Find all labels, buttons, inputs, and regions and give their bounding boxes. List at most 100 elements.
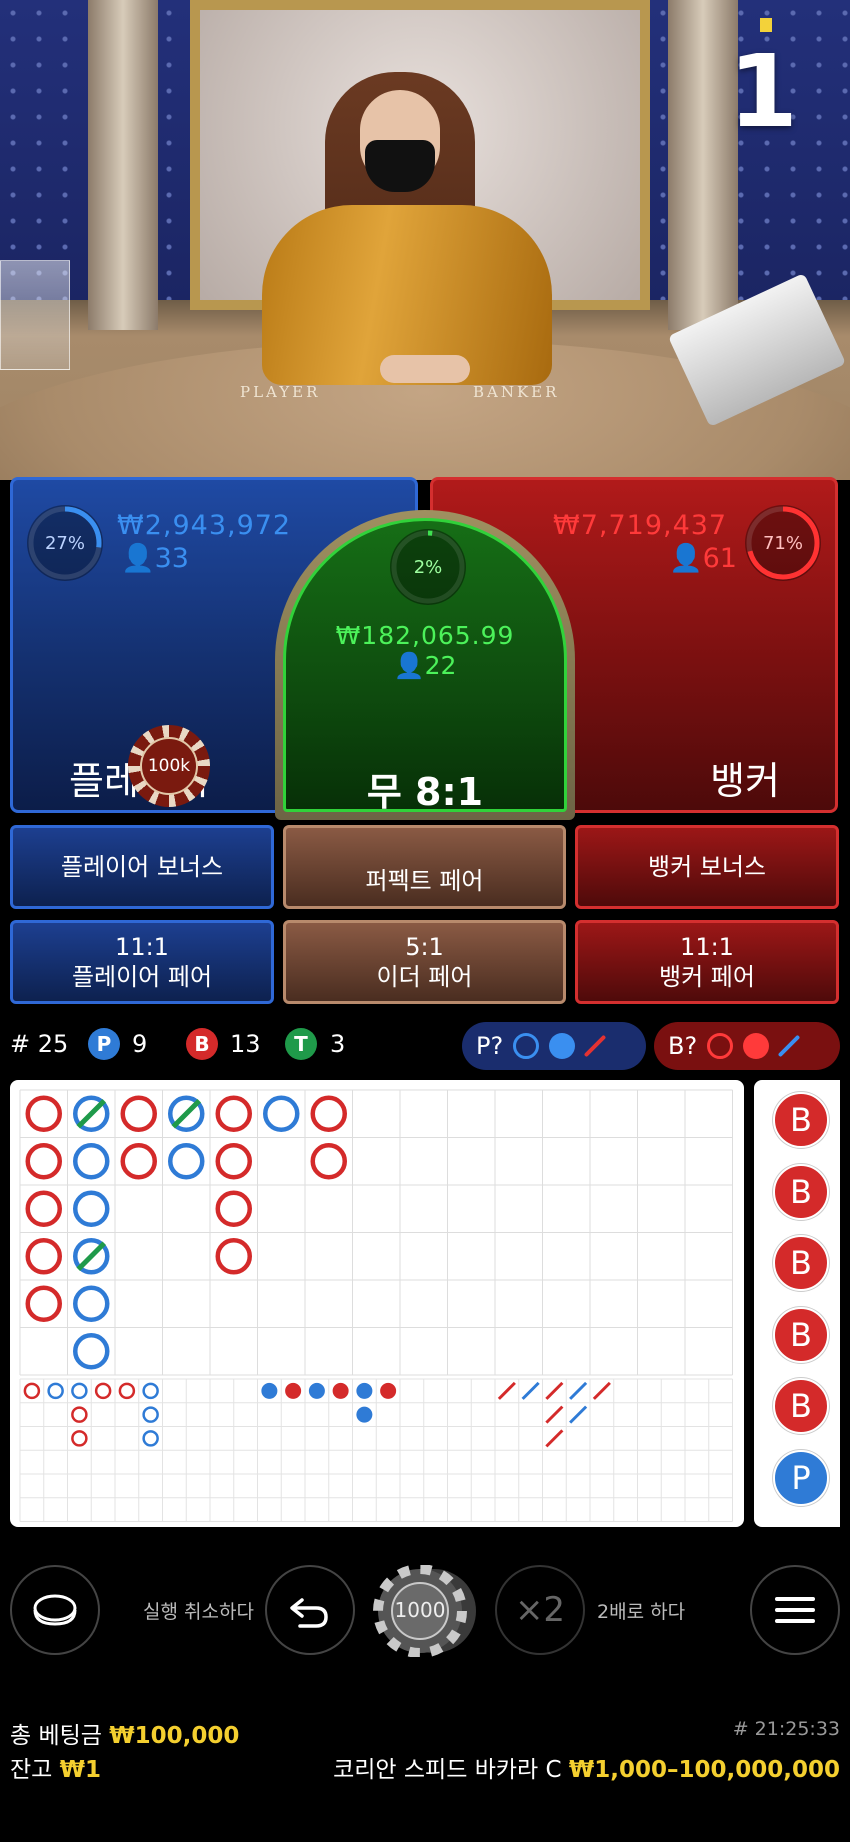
balance-amount: ₩1: [59, 1757, 102, 1783]
big-eye-road-mark: [118, 1382, 136, 1400]
big-road-mark: [310, 1143, 347, 1180]
bead-road-mark: B: [773, 1163, 829, 1220]
player-pair-button[interactable]: 11:1 플레이어 페어: [10, 920, 274, 1004]
bead-road-mark: B: [773, 1378, 829, 1434]
big-road-mark: [25, 1095, 62, 1132]
banker-bettor-count: 61: [702, 543, 737, 574]
cockroach-road-mark: [497, 1381, 516, 1400]
flag-icon: [760, 18, 772, 32]
big-road-mark: [168, 1143, 205, 1180]
chip-value: 1000: [394, 1598, 446, 1622]
undo-icon: [290, 1598, 328, 1628]
big-eye-road-mark: [142, 1382, 159, 1400]
total-bet-label: 총 베팅금: [10, 1723, 102, 1749]
banker-bonus-button[interactable]: 뱅커 보너스: [575, 825, 839, 909]
player-bet-amount: ₩2,943,972: [117, 510, 292, 541]
player-pair-label: 플레이어 페어: [71, 963, 213, 991]
table-limits: ₩1,000–100,000,000: [568, 1757, 840, 1783]
banker-predict-button[interactable]: B?: [654, 1022, 840, 1070]
either-pair-button[interactable]: 5:1 이더 페어: [283, 920, 566, 1004]
bead-road[interactable]: BBBBBP: [754, 1080, 840, 1527]
double-button[interactable]: ×2: [495, 1565, 585, 1655]
big-road-mark: [73, 1285, 110, 1322]
discard-tray: [0, 260, 70, 370]
banker-predict-label: B?: [668, 1032, 698, 1060]
live-video: PLAYER BANKER 1: [0, 0, 850, 480]
bead-road-mark: P: [773, 1449, 829, 1506]
table-info: 코리안 스피드 바카라 C ₩1,000–100,000,000: [333, 1750, 840, 1784]
big-road-mark: [263, 1095, 300, 1132]
small-road-mark: [261, 1382, 278, 1399]
total-bet: 총 베팅금 ₩100,000: [10, 1716, 239, 1750]
player-pair-odds: 11:1: [115, 933, 169, 961]
bead-road-mark: B: [773, 1306, 829, 1363]
big-road-mark: [25, 1285, 62, 1322]
small-road-mark: [308, 1382, 325, 1399]
cockroach-road-mark: [569, 1405, 588, 1424]
tie-bet-spot[interactable]: 2% ₩182,065.99 👤22 무 8:1: [275, 510, 575, 820]
round-number: 1: [728, 33, 798, 150]
either-pair-label: 이더 페어: [376, 963, 473, 991]
table-view-icon: [33, 1594, 77, 1626]
double-symbol: ×2: [514, 1590, 566, 1630]
menu-button[interactable]: [750, 1565, 840, 1655]
undo-button[interactable]: [265, 1565, 355, 1655]
chip-selector[interactable]: 1000: [372, 1564, 480, 1658]
big-road-mark: [215, 1238, 252, 1275]
big-road-mark: [215, 1095, 252, 1132]
big-eye-road-mark: [23, 1382, 41, 1400]
cockroach-road-mark: [545, 1381, 564, 1400]
banker-percent: 71%: [762, 532, 803, 554]
table-label-player: PLAYER: [240, 383, 321, 401]
total-bet-amount: ₩100,000: [109, 1723, 240, 1749]
banker-pair-button[interactable]: 11:1 뱅커 페어: [575, 920, 839, 1004]
tie-percent-ring: 2%: [390, 529, 466, 605]
cockroach-road-mark: [545, 1405, 564, 1424]
player-badge: P: [88, 1028, 120, 1060]
scoreboard[interactable]: [10, 1080, 744, 1527]
hamburger-icon: [775, 1597, 815, 1623]
tie-bettors: 👤22: [286, 651, 564, 681]
placed-chip-value: 100k: [140, 737, 198, 795]
tie-spot-inner: 2% ₩182,065.99 👤22 무 8:1: [283, 518, 567, 814]
road-grid: [19, 1089, 733, 1522]
tie-badge: T: [285, 1028, 317, 1060]
player-predict-label: P?: [476, 1032, 504, 1060]
view-toggle-button[interactable]: [10, 1565, 100, 1655]
perfect-pair-button[interactable]: 퍼펙트 페어: [283, 825, 566, 909]
big-eye-road-mark: [47, 1382, 64, 1400]
player-predict-button[interactable]: P?: [462, 1022, 646, 1070]
big-eye-road-mark: [71, 1382, 88, 1400]
big-eye-road-mark: [94, 1382, 112, 1400]
banker-bettors: 👤61: [669, 542, 737, 574]
user-icon: 👤: [393, 651, 425, 680]
big-road-mark: [25, 1190, 62, 1227]
big-eye-road-mark: [142, 1406, 159, 1423]
game-time: # 21:25:33: [732, 1718, 840, 1740]
cockroach-road-mark: [545, 1429, 564, 1448]
small-road-mark: [332, 1382, 349, 1399]
table-name: 코리안 스피드 바카라 C: [333, 1757, 562, 1783]
banker-win-count: 13: [230, 1030, 261, 1058]
balance-label: 잔고: [10, 1757, 53, 1783]
round-count: # 25: [10, 1030, 69, 1058]
big-road-mark: [215, 1143, 252, 1180]
perfect-pair-label: 퍼펙트 페어: [365, 867, 484, 895]
cockroach-road-mark: [592, 1381, 611, 1400]
banker-pair-label: 뱅커 페어: [659, 963, 755, 991]
tie-bet-amount: ₩182,065.99: [335, 621, 515, 650]
undo-label: 실행 취소하다: [143, 1601, 254, 1623]
big-road-mark: [73, 1143, 110, 1180]
tie-slash-mark: [171, 1098, 202, 1129]
either-pair-odds: 5:1: [405, 933, 444, 961]
double-label: 2배로 하다: [597, 1601, 686, 1623]
banker-pair-odds: 11:1: [680, 933, 734, 961]
balance: 잔고 ₩1: [10, 1750, 101, 1784]
placed-chip[interactable]: 100k: [128, 725, 210, 807]
tie-label: 무 8:1: [366, 770, 484, 814]
big-road-mark: [120, 1143, 157, 1180]
player-bonus-button[interactable]: 플레이어 보너스: [10, 825, 274, 909]
small-road-mark: [356, 1382, 373, 1399]
banker-bet-amount: ₩7,719,437: [553, 510, 728, 541]
cockroach-road-mark: [521, 1381, 540, 1400]
